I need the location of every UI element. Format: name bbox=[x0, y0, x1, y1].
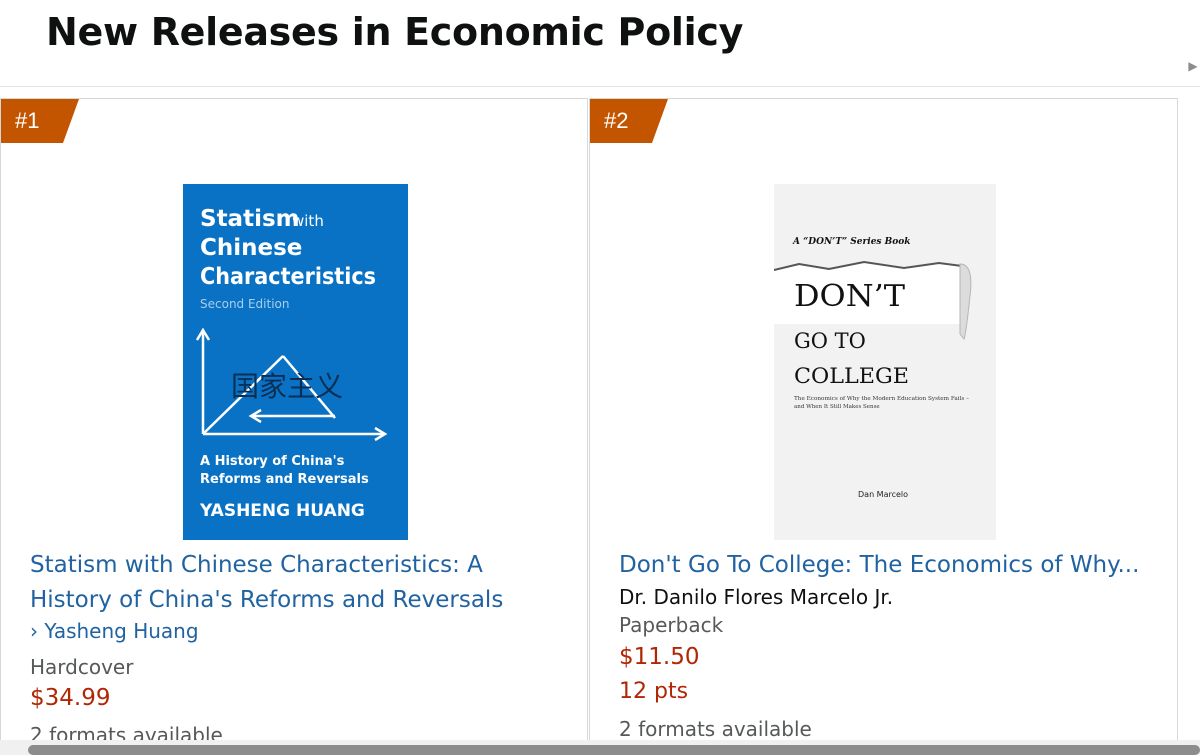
cover-subtitle-line2: and When It Still Makes Sense bbox=[794, 404, 880, 410]
rank-badge: #1 bbox=[1, 99, 79, 143]
rank-badge: #2 bbox=[590, 99, 668, 143]
cover-subtitle-line1: The Economics of Why the Modern Educatio… bbox=[794, 396, 969, 402]
formats-available-link[interactable]: 2 formats available bbox=[619, 717, 812, 741]
cover-series: A “DON’T” Series Book bbox=[792, 237, 910, 247]
dont-go-to-college-cover-art: A “DON’T” Series Book DON’T GO TO COLLEG… bbox=[774, 184, 996, 540]
scrollbar-thumb[interactable] bbox=[28, 745, 1200, 755]
cover-title-line2: Chinese bbox=[200, 235, 302, 261]
cover-title-with: with bbox=[292, 212, 324, 230]
cover-title-line3: Characteristics bbox=[200, 264, 376, 290]
cover-subtitle-line1: A History of China's bbox=[200, 454, 345, 469]
cover-title-line1: Statism bbox=[200, 206, 300, 232]
product-card-1: #1 Statism with Chinese Characteristics … bbox=[0, 98, 588, 755]
book-cover-image[interactable]: A “DON’T” Series Book DON’T GO TO COLLEG… bbox=[774, 184, 996, 540]
product-title-link[interactable]: Statism with Chinese Characteristics: A … bbox=[30, 548, 570, 618]
cover-chinese-text: 国家主义 bbox=[231, 370, 343, 403]
format-label: Paperback bbox=[619, 613, 724, 637]
book-cover-image[interactable]: Statism with Chinese Characteristics Sec… bbox=[183, 184, 408, 540]
product-card-2: #2 A “DON’T” Series Book DON’T GO TO COL… bbox=[589, 98, 1178, 755]
divider bbox=[0, 86, 1200, 87]
cover-author: YASHENG HUANG bbox=[199, 501, 365, 521]
cover-title-line3: COLLEGE bbox=[794, 364, 909, 388]
cover-title-line1: DON’T bbox=[794, 279, 905, 314]
cover-subtitle-line2: Reforms and Reversals bbox=[200, 472, 369, 487]
page-title: New Releases in Economic Policy bbox=[46, 10, 744, 54]
cover-author: Dan Marcelo bbox=[858, 490, 908, 499]
author-link[interactable]: › Yasheng Huang bbox=[30, 619, 199, 643]
format-label: Hardcover bbox=[30, 655, 134, 679]
statism-cover-art: Statism with Chinese Characteristics Sec… bbox=[183, 184, 408, 540]
product-title-link[interactable]: Don't Go To College: The Economics of Wh… bbox=[619, 548, 1154, 583]
cover-edition: Second Edition bbox=[200, 297, 290, 311]
reward-points: 12 pts bbox=[619, 679, 689, 704]
price[interactable]: $11.50 bbox=[619, 644, 699, 670]
cover-title-line2: GO TO bbox=[794, 329, 866, 353]
scroll-right-arrow-icon[interactable]: ▶ bbox=[1186, 46, 1200, 86]
author-name: Dr. Danilo Flores Marcelo Jr. bbox=[619, 585, 894, 609]
price[interactable]: $34.99 bbox=[30, 685, 110, 711]
